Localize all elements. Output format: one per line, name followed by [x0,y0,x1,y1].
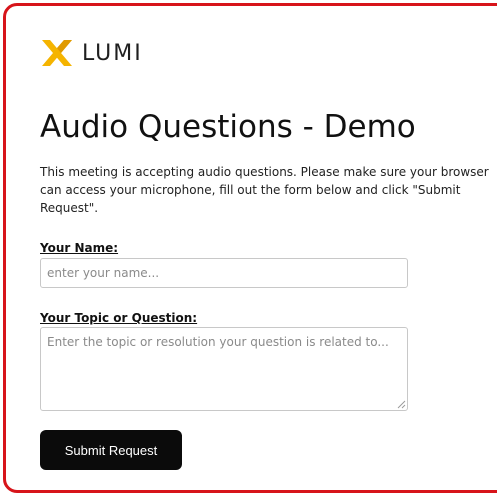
name-label: Your Name: [40,241,119,255]
submit-request-button[interactable]: Submit Request [40,430,182,470]
resize-grip-icon[interactable] [396,399,406,409]
page-description: This meeting is accepting audio question… [40,165,489,215]
brand-name: LUMI [82,40,143,66]
topic-label: Your Topic or Question: [40,311,198,325]
lumi-x-icon [42,40,72,66]
name-input[interactable] [40,258,408,288]
brand-logo: LUMI [40,36,143,70]
page-title: Audio Questions - Demo [40,109,416,145]
app-frame: LUMI Audio Questions - Demo This meeting… [3,3,497,493]
topic-textarea[interactable] [40,327,408,411]
